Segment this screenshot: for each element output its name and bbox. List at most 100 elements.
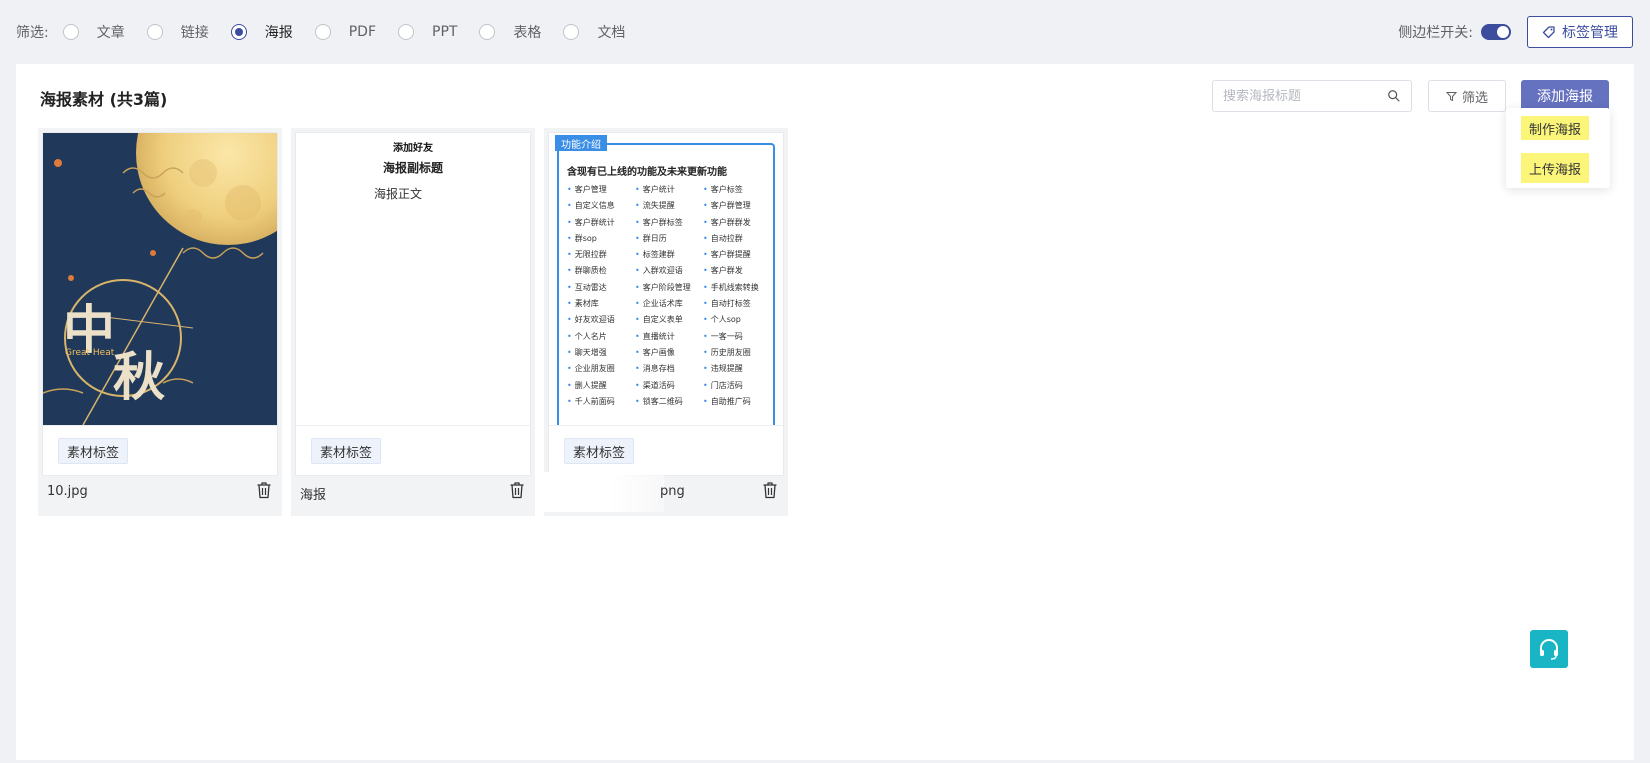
feature-item: 删人提醒 xyxy=(567,380,635,392)
search-input[interactable] xyxy=(1223,88,1383,104)
blurred-filename-region xyxy=(544,472,664,512)
customer-service-button[interactable] xyxy=(1530,630,1568,668)
filter-radio-group: 文章 链接 海报 PDF PPT 表格 文档 xyxy=(62,22,648,42)
feature-item: 自定义信息 xyxy=(567,200,635,212)
poster-panel: 海报素材 (共3篇) 筛选 添加海报 制作海报 上传海报 xyxy=(16,64,1634,760)
feature-item: 历史朋友圈 xyxy=(703,347,773,359)
filter-option-0[interactable]: 文章 xyxy=(62,22,125,42)
feature-item: 客户统计 xyxy=(635,184,703,196)
filter-button-label: 筛选 xyxy=(1461,90,1488,106)
tag-icon xyxy=(1542,26,1555,39)
radio-button[interactable] xyxy=(479,24,496,40)
radio-button[interactable] xyxy=(62,24,79,40)
card-filename: 海报 xyxy=(300,488,327,503)
svg-text:秋: 秋 xyxy=(113,347,165,408)
feature-item: 客户画像 xyxy=(635,347,703,359)
sidebar-switch[interactable] xyxy=(1481,24,1511,40)
poster-image-mid-autumn: 中 秋 Great Heat xyxy=(43,133,277,425)
feature-item: 自动打标签 xyxy=(703,298,773,310)
feature-item: 群sop xyxy=(567,233,635,245)
funnel-icon xyxy=(1445,91,1457,101)
feature-item: 客户群统计 xyxy=(567,217,635,229)
feature-item: 群聊质检 xyxy=(567,265,635,277)
feature-item: 聊天增强 xyxy=(567,347,635,359)
card-filename: png xyxy=(660,484,685,499)
card-preview: 中 秋 Great Heat 素材标签 xyxy=(42,132,278,476)
feature-item: 入群欢迎语 xyxy=(635,265,703,277)
filter-option-label: 链接 xyxy=(180,25,209,41)
radio-button[interactable] xyxy=(230,24,247,40)
filter-option-label: 海报 xyxy=(264,25,293,41)
feature-item: 素材库 xyxy=(567,298,635,310)
feature-item: 门店活码 xyxy=(703,380,773,392)
feature-item: 客户群管理 xyxy=(703,200,773,212)
feature-item: 客户阶段管理 xyxy=(635,282,703,294)
trash-icon[interactable] xyxy=(509,481,525,499)
material-tag[interactable]: 素材标签 xyxy=(564,438,635,464)
trash-icon[interactable] xyxy=(762,481,778,499)
headset-icon xyxy=(1540,639,1558,660)
poster-image-text: 添加好友 海报副标题 海报正文 xyxy=(296,133,530,425)
card-preview: 添加好友 海报副标题 海报正文 素材标签 xyxy=(295,132,531,476)
filter-option-5[interactable]: 表格 xyxy=(479,22,541,42)
feature-item: 自助推广码 xyxy=(703,396,773,408)
upload-poster-item[interactable]: 上传海报 xyxy=(1521,153,1590,183)
filter-button[interactable]: 筛选 xyxy=(1428,80,1506,112)
filter-option-label: 文档 xyxy=(597,25,626,41)
radio-button[interactable] xyxy=(146,24,163,40)
feature-badge: 功能介绍 xyxy=(555,135,607,151)
feature-grid: 客户管理客户统计客户标签自定义信息流失提醒客户群管理客户群统计客户群标签客户群群… xyxy=(567,184,777,408)
filter-option-label: PPT xyxy=(432,24,458,40)
feature-item: 一客一码 xyxy=(703,331,773,343)
card-tag-row: 素材标签 xyxy=(43,425,277,475)
poster-card[interactable]: 添加好友 海报副标题 海报正文 素材标签 海报 xyxy=(291,128,535,516)
filter-option-label: PDF xyxy=(348,24,376,40)
page-title: 海报素材 (共3篇) xyxy=(40,90,168,109)
filter-option-6[interactable]: 文档 xyxy=(563,22,625,42)
filter-option-label: 文章 xyxy=(96,25,125,41)
feature-item: 企业朋友圈 xyxy=(567,363,635,375)
feature-item: 客户群群发 xyxy=(703,217,773,229)
filter-option-2[interactable]: 海报 xyxy=(230,22,293,42)
feature-item: 标签建群 xyxy=(635,249,703,261)
feature-item: 流失提醒 xyxy=(635,200,703,212)
make-poster-item[interactable]: 制作海报 xyxy=(1521,116,1590,140)
feature-item: 客户群提醒 xyxy=(703,249,773,261)
poster-card[interactable]: 功能介绍 含现有已上线的功能及未来更新功能 客户管理客户统计客户标签自定义信息流… xyxy=(544,128,788,516)
poster-image-features: 功能介绍 含现有已上线的功能及未来更新功能 客户管理客户统计客户标签自定义信息流… xyxy=(549,133,783,425)
header-tools: 侧边栏开关: 标签管理 xyxy=(1398,16,1633,48)
filter-option-4[interactable]: PPT xyxy=(398,24,457,40)
feature-item: 自动拉群 xyxy=(703,233,773,245)
feature-item: 自定义表单 xyxy=(635,314,703,326)
filter-option-1[interactable]: 链接 xyxy=(146,22,209,42)
feature-item: 渠道活码 xyxy=(635,380,703,392)
radio-button[interactable] xyxy=(314,24,331,40)
search-icon[interactable] xyxy=(1387,88,1401,104)
filter-option-3[interactable]: PDF xyxy=(314,24,376,40)
radio-button[interactable] xyxy=(398,24,414,40)
tag-manage-button[interactable]: 标签管理 xyxy=(1527,16,1633,48)
card-filename: 10.jpg xyxy=(47,484,88,499)
poster-subtitle: 海报副标题 xyxy=(382,161,443,175)
trash-icon[interactable] xyxy=(256,481,272,499)
feature-item: 手机线索转换 xyxy=(703,282,773,294)
material-tag[interactable]: 素材标签 xyxy=(311,438,382,464)
feature-item: 锁客二维码 xyxy=(635,396,703,408)
feature-item: 客户群发 xyxy=(703,265,773,277)
feature-item: 企业话术库 xyxy=(635,298,703,310)
poster-title: 添加好友 xyxy=(393,143,433,154)
feature-item: 无限拉群 xyxy=(567,249,635,261)
filter-option-label: 表格 xyxy=(513,25,542,41)
card-tag-row: 素材标签 xyxy=(296,425,530,475)
feature-item: 客户群标签 xyxy=(635,217,703,229)
feature-item: 千人前面码 xyxy=(567,396,635,408)
sidebar-switch-label: 侧边栏开关: xyxy=(1398,25,1473,41)
card-preview: 功能介绍 含现有已上线的功能及未来更新功能 客户管理客户统计客户标签自定义信息流… xyxy=(548,132,784,476)
poster-body: 海报正文 xyxy=(374,187,423,201)
poster-card[interactable]: 中 秋 Great Heat 素材标签 10.jpg xyxy=(38,128,282,516)
filter-label: 筛选: xyxy=(16,25,49,41)
material-tag[interactable]: 素材标签 xyxy=(58,438,129,464)
feature-item: 客户标签 xyxy=(703,184,773,196)
radio-button[interactable] xyxy=(563,24,580,40)
search-box xyxy=(1212,80,1412,112)
